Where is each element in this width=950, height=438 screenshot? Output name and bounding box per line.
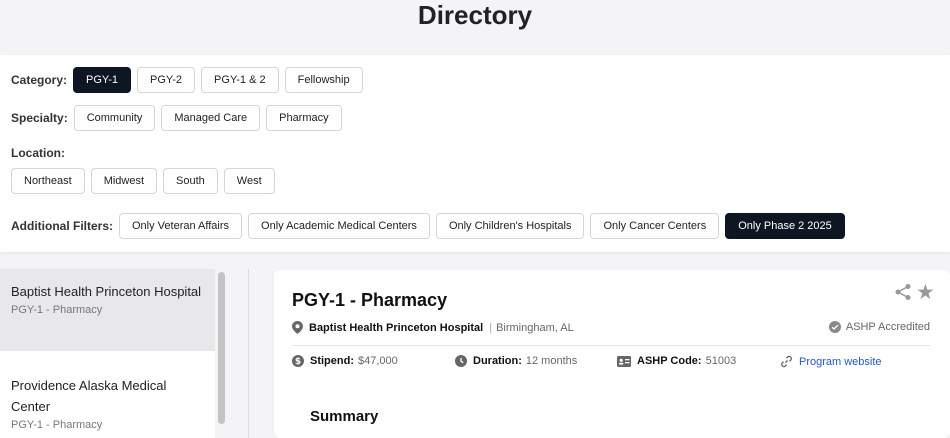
dollar-icon: $ xyxy=(292,355,304,367)
ashp-code-label: ASHP Code: xyxy=(637,355,702,367)
svg-text:$: $ xyxy=(295,357,301,367)
location-pin-icon xyxy=(292,321,303,334)
page-title: Directory xyxy=(417,0,533,30)
category-chip-pgy1[interactable]: PGY-1 xyxy=(73,67,132,93)
list-item-name: Providence Alaska Medical Center xyxy=(11,378,167,414)
stipend-value: $47,000 xyxy=(358,355,398,367)
filter-chip-cancer-centers[interactable]: Only Cancer Centers xyxy=(590,213,720,239)
specialty-label: Specialty: xyxy=(11,111,68,125)
hospital-name: Baptist Health Princeton Hospital xyxy=(309,321,484,334)
specialty-filter-row: Specialty: Community Managed Care Pharma… xyxy=(11,105,348,131)
panel-divider xyxy=(248,269,249,438)
filter-chip-veteran-affairs[interactable]: Only Veteran Affairs xyxy=(119,213,243,239)
favorite-star-icon[interactable]: ★ xyxy=(916,282,935,303)
duration-stat: Duration: 12 months xyxy=(455,355,577,367)
specialty-chip-community[interactable]: Community xyxy=(73,105,156,131)
link-icon xyxy=(781,355,792,368)
filter-chip-phase-2-2025[interactable]: Only Phase 2 2025 xyxy=(725,213,845,239)
check-badge-icon xyxy=(828,321,841,333)
hospital-separator: | xyxy=(489,321,493,334)
filter-panel: Category: PGY-1 PGY-2 PGY-1 & 2 Fellowsh… xyxy=(0,55,950,252)
location-filter-row: Northeast Midwest South West xyxy=(11,168,281,194)
ashp-code-stat: ASHP Code: 51003 xyxy=(617,355,736,367)
accreditation-text: ASHP Accredited xyxy=(845,321,930,333)
category-chip-pgy1-2[interactable]: PGY-1 & 2 xyxy=(201,67,279,93)
duration-value: 12 months xyxy=(525,355,578,367)
list-item-name: Baptist Health Princeton Hospital xyxy=(11,284,202,299)
program-website-link[interactable]: Program website xyxy=(799,356,882,368)
category-filter-row: Category: PGY-1 PGY-2 PGY-1 & 2 Fellowsh… xyxy=(11,67,369,93)
list-item[interactable]: Providence Alaska Medical Center PGY-1 -… xyxy=(0,363,215,438)
list-scrollbar-thumb[interactable] xyxy=(218,272,225,424)
stipend-stat: $ Stipend: $47,000 xyxy=(292,355,398,367)
filter-chip-academic-medical-centers[interactable]: Only Academic Medical Centers xyxy=(248,213,430,239)
list-item-subtitle: PGY-1 - Pharmacy xyxy=(11,419,103,431)
hospital-city: Birmingham, AL xyxy=(496,321,574,334)
program-title: PGY-1 - Pharmacy xyxy=(292,290,448,310)
clock-icon xyxy=(455,355,467,367)
location-chip-northeast[interactable]: Northeast xyxy=(11,168,85,194)
filter-chip-childrens-hospitals[interactable]: Only Children's Hospitals xyxy=(435,213,585,239)
summary-heading: Summary xyxy=(310,408,379,425)
specialty-chip-pharmacy[interactable]: Pharmacy xyxy=(266,105,342,131)
additional-filter-row: Additional Filters: Only Veteran Affairs… xyxy=(11,213,851,239)
stipend-label: Stipend: xyxy=(310,355,354,367)
location-chip-midwest[interactable]: Midwest xyxy=(90,168,158,194)
category-label: Category: xyxy=(11,73,68,87)
location-chip-west[interactable]: West xyxy=(223,168,275,194)
location-label-row: Location: xyxy=(11,146,71,160)
duration-label: Duration: xyxy=(473,355,522,367)
category-chip-pgy2[interactable]: PGY-2 xyxy=(137,67,196,93)
program-website-stat: Program website xyxy=(780,355,882,368)
program-list: Baptist Health Princeton Hospital PGY-1 … xyxy=(0,269,215,438)
additional-filters-label: Additional Filters: xyxy=(11,219,113,233)
id-card-icon xyxy=(617,355,631,367)
specialty-chip-managed-care[interactable]: Managed Care xyxy=(161,105,261,131)
accreditation-badge: ASHP Accredited xyxy=(828,321,930,333)
list-item[interactable]: Baptist Health Princeton Hospital PGY-1 … xyxy=(0,269,215,351)
ashp-code-value: 51003 xyxy=(705,355,737,367)
location-label: Location: xyxy=(11,146,65,160)
list-item-subtitle: PGY-1 - Pharmacy xyxy=(11,304,103,316)
share-icon[interactable] xyxy=(894,283,912,301)
hospital-row: Baptist Health Princeton Hospital | Birm… xyxy=(292,321,574,334)
category-chip-fellowship[interactable]: Fellowship xyxy=(284,67,363,93)
location-chip-south[interactable]: South xyxy=(163,168,218,194)
program-detail-card: PGY-1 - Pharmacy ★ Baptist Health Prince… xyxy=(274,270,950,438)
detail-divider xyxy=(292,345,930,346)
